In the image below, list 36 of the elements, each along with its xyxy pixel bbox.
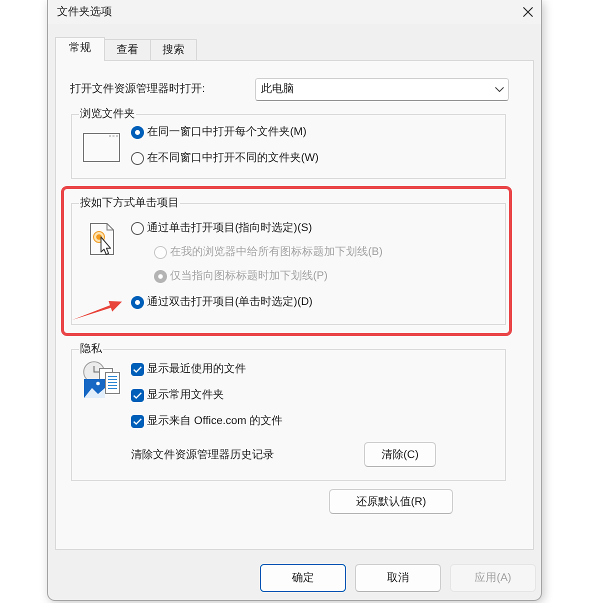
cancel-button[interactable]: 取消 — [355, 564, 441, 592]
checkmark-icon — [133, 418, 142, 424]
option-label[interactable]: 显示常用文件夹 — [147, 387, 224, 403]
radio-button[interactable] — [131, 296, 144, 308]
clear-button[interactable]: 清除(C) — [364, 442, 436, 467]
field-label: 打开文件资源管理器时打开: — [70, 82, 206, 97]
group-title: 按如下方式单击项目 — [79, 196, 180, 211]
close-icon — [523, 7, 533, 17]
option-label[interactable]: 通过单击打开项目(指向时选定)(S) — [147, 220, 312, 236]
checkbox[interactable] — [131, 388, 144, 402]
checkbox[interactable] — [131, 362, 144, 376]
document-cursor-icon — [90, 223, 115, 258]
dropdown[interactable]: 此电脑 — [255, 78, 509, 100]
restore-defaults-button[interactable]: 还原默认值(R) — [329, 489, 453, 514]
tab[interactable]: 常规 — [55, 37, 105, 61]
group-title: 隐私 — [79, 342, 103, 357]
option-label[interactable]: 显示来自 Office.com 的文件 — [147, 413, 282, 429]
option-label[interactable]: 在不同窗口中打开不同的文件夹(W) — [147, 150, 319, 166]
option-label[interactable]: 通过双击打开项目(单击时选定)(D) — [147, 294, 313, 310]
radio-button[interactable] — [131, 222, 144, 234]
tab[interactable]: 查看 — [105, 39, 151, 60]
checkbox[interactable] — [131, 414, 144, 428]
radio-button[interactable] — [131, 152, 144, 164]
window-title: 文件夹选项 — [57, 4, 112, 20]
field-label: 清除文件资源管理器历史记录 — [131, 448, 274, 462]
tab[interactable]: 搜索 — [151, 39, 197, 60]
group-title: 浏览文件夹 — [79, 106, 136, 122]
option-label[interactable]: 在同一窗口中打开每个文件夹(M) — [147, 124, 306, 140]
chevron-down-icon — [495, 86, 504, 92]
checkmark-icon — [133, 392, 142, 398]
checkmark-icon — [133, 366, 142, 372]
ok-button[interactable]: 确定 — [260, 564, 346, 592]
documents-picture-icon — [83, 361, 120, 398]
radio-button[interactable] — [131, 126, 144, 138]
option-label[interactable]: 显示最近使用的文件 — [147, 361, 246, 377]
window-icon — [83, 133, 120, 162]
